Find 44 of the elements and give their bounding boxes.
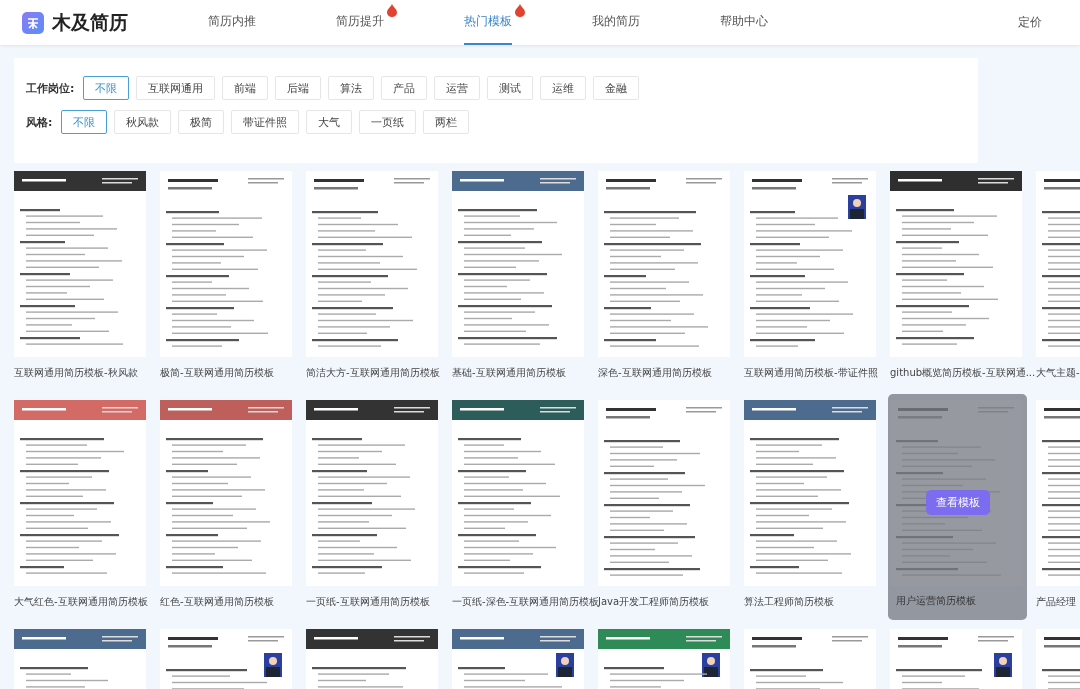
nav-tab[interactable]: 我的简历 [592,0,720,45]
template-title[interactable]: 互联网通用简历模板-秋风款 [14,366,159,380]
template-title[interactable]: 用户运营简历模板 [896,594,976,608]
template-title[interactable]: 算法工程师简历模板 [744,595,889,609]
filter-option[interactable]: 秋风款 [114,110,172,134]
template-title[interactable]: 互联网通用简历模板-带证件照 [744,366,889,380]
view-template-button[interactable]: 查看模板 [925,489,990,515]
template-title[interactable]: 极简-互联网通用简历模板 [160,366,305,380]
filter-option[interactable]: 测试 [487,76,534,100]
filter-option[interactable]: 极简 [178,110,225,134]
filter-option[interactable]: 算法 [328,76,375,100]
logo-icon [22,11,44,34]
template-title[interactable]: 大气红色-互联网通用简历模板 [14,595,159,609]
filter-option[interactable]: 前端 [222,76,269,100]
filter-option[interactable]: 后端 [275,76,322,100]
template-title[interactable]: 红色-互联网通用简历模板 [160,595,305,609]
filter-option[interactable]: 带证件照 [231,110,300,134]
brand-name: 木及简历 [52,9,128,35]
filter-option[interactable]: 一页纸 [359,110,417,134]
nav-tab[interactable]: 简历提升 [336,0,464,45]
filter-option[interactable]: 金融 [593,76,640,100]
filter-label: 工作岗位: [26,80,75,96]
template-title[interactable]: Java开发工程师简历模板 [598,595,743,609]
template-title[interactable]: 简洁大方-互联网通用简历模板 [306,366,451,380]
template-title[interactable]: 大气主题- [1036,366,1080,380]
template-title[interactable]: 基础-互联网通用简历模板 [452,366,597,380]
nav-tab[interactable]: 帮助中心 [720,0,848,45]
template-title[interactable]: 产品经理 [1036,595,1080,609]
template-title[interactable]: 深色-互联网通用简历模板 [598,366,743,380]
template-title[interactable]: 一页纸-互联网通用简历模板 [306,595,451,609]
filter-option[interactable]: 产品 [381,76,428,100]
pricing-link[interactable]: 定价 [1018,14,1042,31]
filter-option[interactable]: 不限 [83,76,130,100]
nav-tab[interactable]: 简历内推 [208,0,336,45]
template-title[interactable]: 一页纸-深色-互联网通用简历模板 [452,595,597,609]
filter-option[interactable]: 两栏 [423,110,470,134]
filter-label: 风格: [26,114,53,130]
filter-option[interactable]: 大气 [306,110,353,134]
filter-option[interactable]: 互联网通用 [136,76,216,100]
nav-tab[interactable]: 热门模板 [464,0,592,45]
filter-option[interactable]: 运营 [434,76,481,100]
filter-option[interactable]: 不限 [61,110,108,134]
template-title[interactable]: github概览简历模板-互联网通... [890,366,1035,380]
filter-option[interactable]: 运维 [540,76,587,100]
